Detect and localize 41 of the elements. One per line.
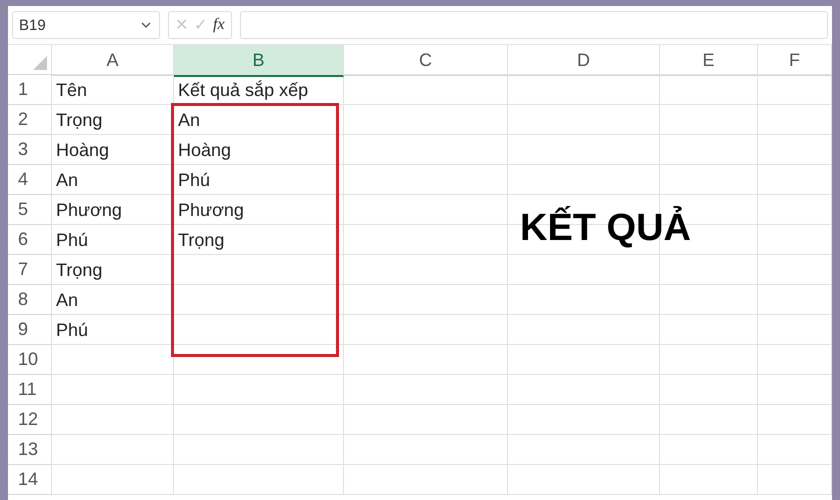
row-header[interactable]: 7 bbox=[8, 255, 52, 285]
table-cell-text: Phương bbox=[55, 198, 123, 222]
column-header[interactable]: F bbox=[758, 45, 832, 76]
row-header[interactable]: 14 bbox=[8, 465, 52, 495]
table-cell-text: Phương bbox=[177, 198, 245, 222]
result-label: KẾT QUẢ bbox=[520, 207, 691, 250]
triangle-icon bbox=[33, 56, 47, 70]
insert-function-button[interactable]: fx bbox=[213, 16, 225, 34]
chevron-icon bbox=[141, 22, 151, 28]
table-cell-text: Phú bbox=[177, 168, 212, 192]
table-cell-text: Kết quả sắp xếp bbox=[177, 78, 310, 102]
table-cell-text: An bbox=[55, 168, 80, 192]
row-header[interactable]: 13 bbox=[8, 435, 52, 465]
table-cell-text: Trọng bbox=[177, 228, 226, 252]
table-cell-text: Hoàng bbox=[177, 138, 232, 162]
row-header[interactable]: 2 bbox=[8, 105, 52, 135]
formula-input[interactable] bbox=[240, 11, 828, 39]
table-cell-text: An bbox=[177, 108, 202, 132]
select-all-corner[interactable] bbox=[8, 45, 52, 75]
row-header[interactable]: 4 bbox=[8, 165, 52, 195]
row-header[interactable]: 10 bbox=[8, 345, 52, 375]
row-header[interactable]: 5 bbox=[8, 195, 52, 225]
row-header[interactable]: 12 bbox=[8, 405, 52, 435]
column-header[interactable]: D bbox=[508, 45, 660, 76]
column-header[interactable]: C bbox=[344, 45, 508, 76]
row-header[interactable]: 1 bbox=[8, 75, 52, 105]
table-cell-text: Phú bbox=[55, 318, 90, 342]
table-cell-text: Tên bbox=[55, 78, 88, 102]
table-cell-text: Phú bbox=[55, 228, 90, 252]
row-header[interactable]: 8 bbox=[8, 285, 52, 315]
table-cell-text: Hoàng bbox=[55, 138, 110, 162]
row-header[interactable]: 9 bbox=[8, 315, 52, 345]
name-box[interactable]: B19 bbox=[12, 11, 160, 39]
row-header[interactable]: 6 bbox=[8, 225, 52, 255]
table-cell-text: An bbox=[55, 288, 80, 312]
column-header[interactable]: B bbox=[174, 45, 344, 77]
table-cell-text: Trọng bbox=[55, 258, 104, 282]
row-header[interactable]: 3 bbox=[8, 135, 52, 165]
table-cell-text: Trọng bbox=[55, 108, 104, 132]
row-header[interactable]: 11 bbox=[8, 375, 52, 405]
column-header[interactable]: E bbox=[660, 45, 758, 76]
